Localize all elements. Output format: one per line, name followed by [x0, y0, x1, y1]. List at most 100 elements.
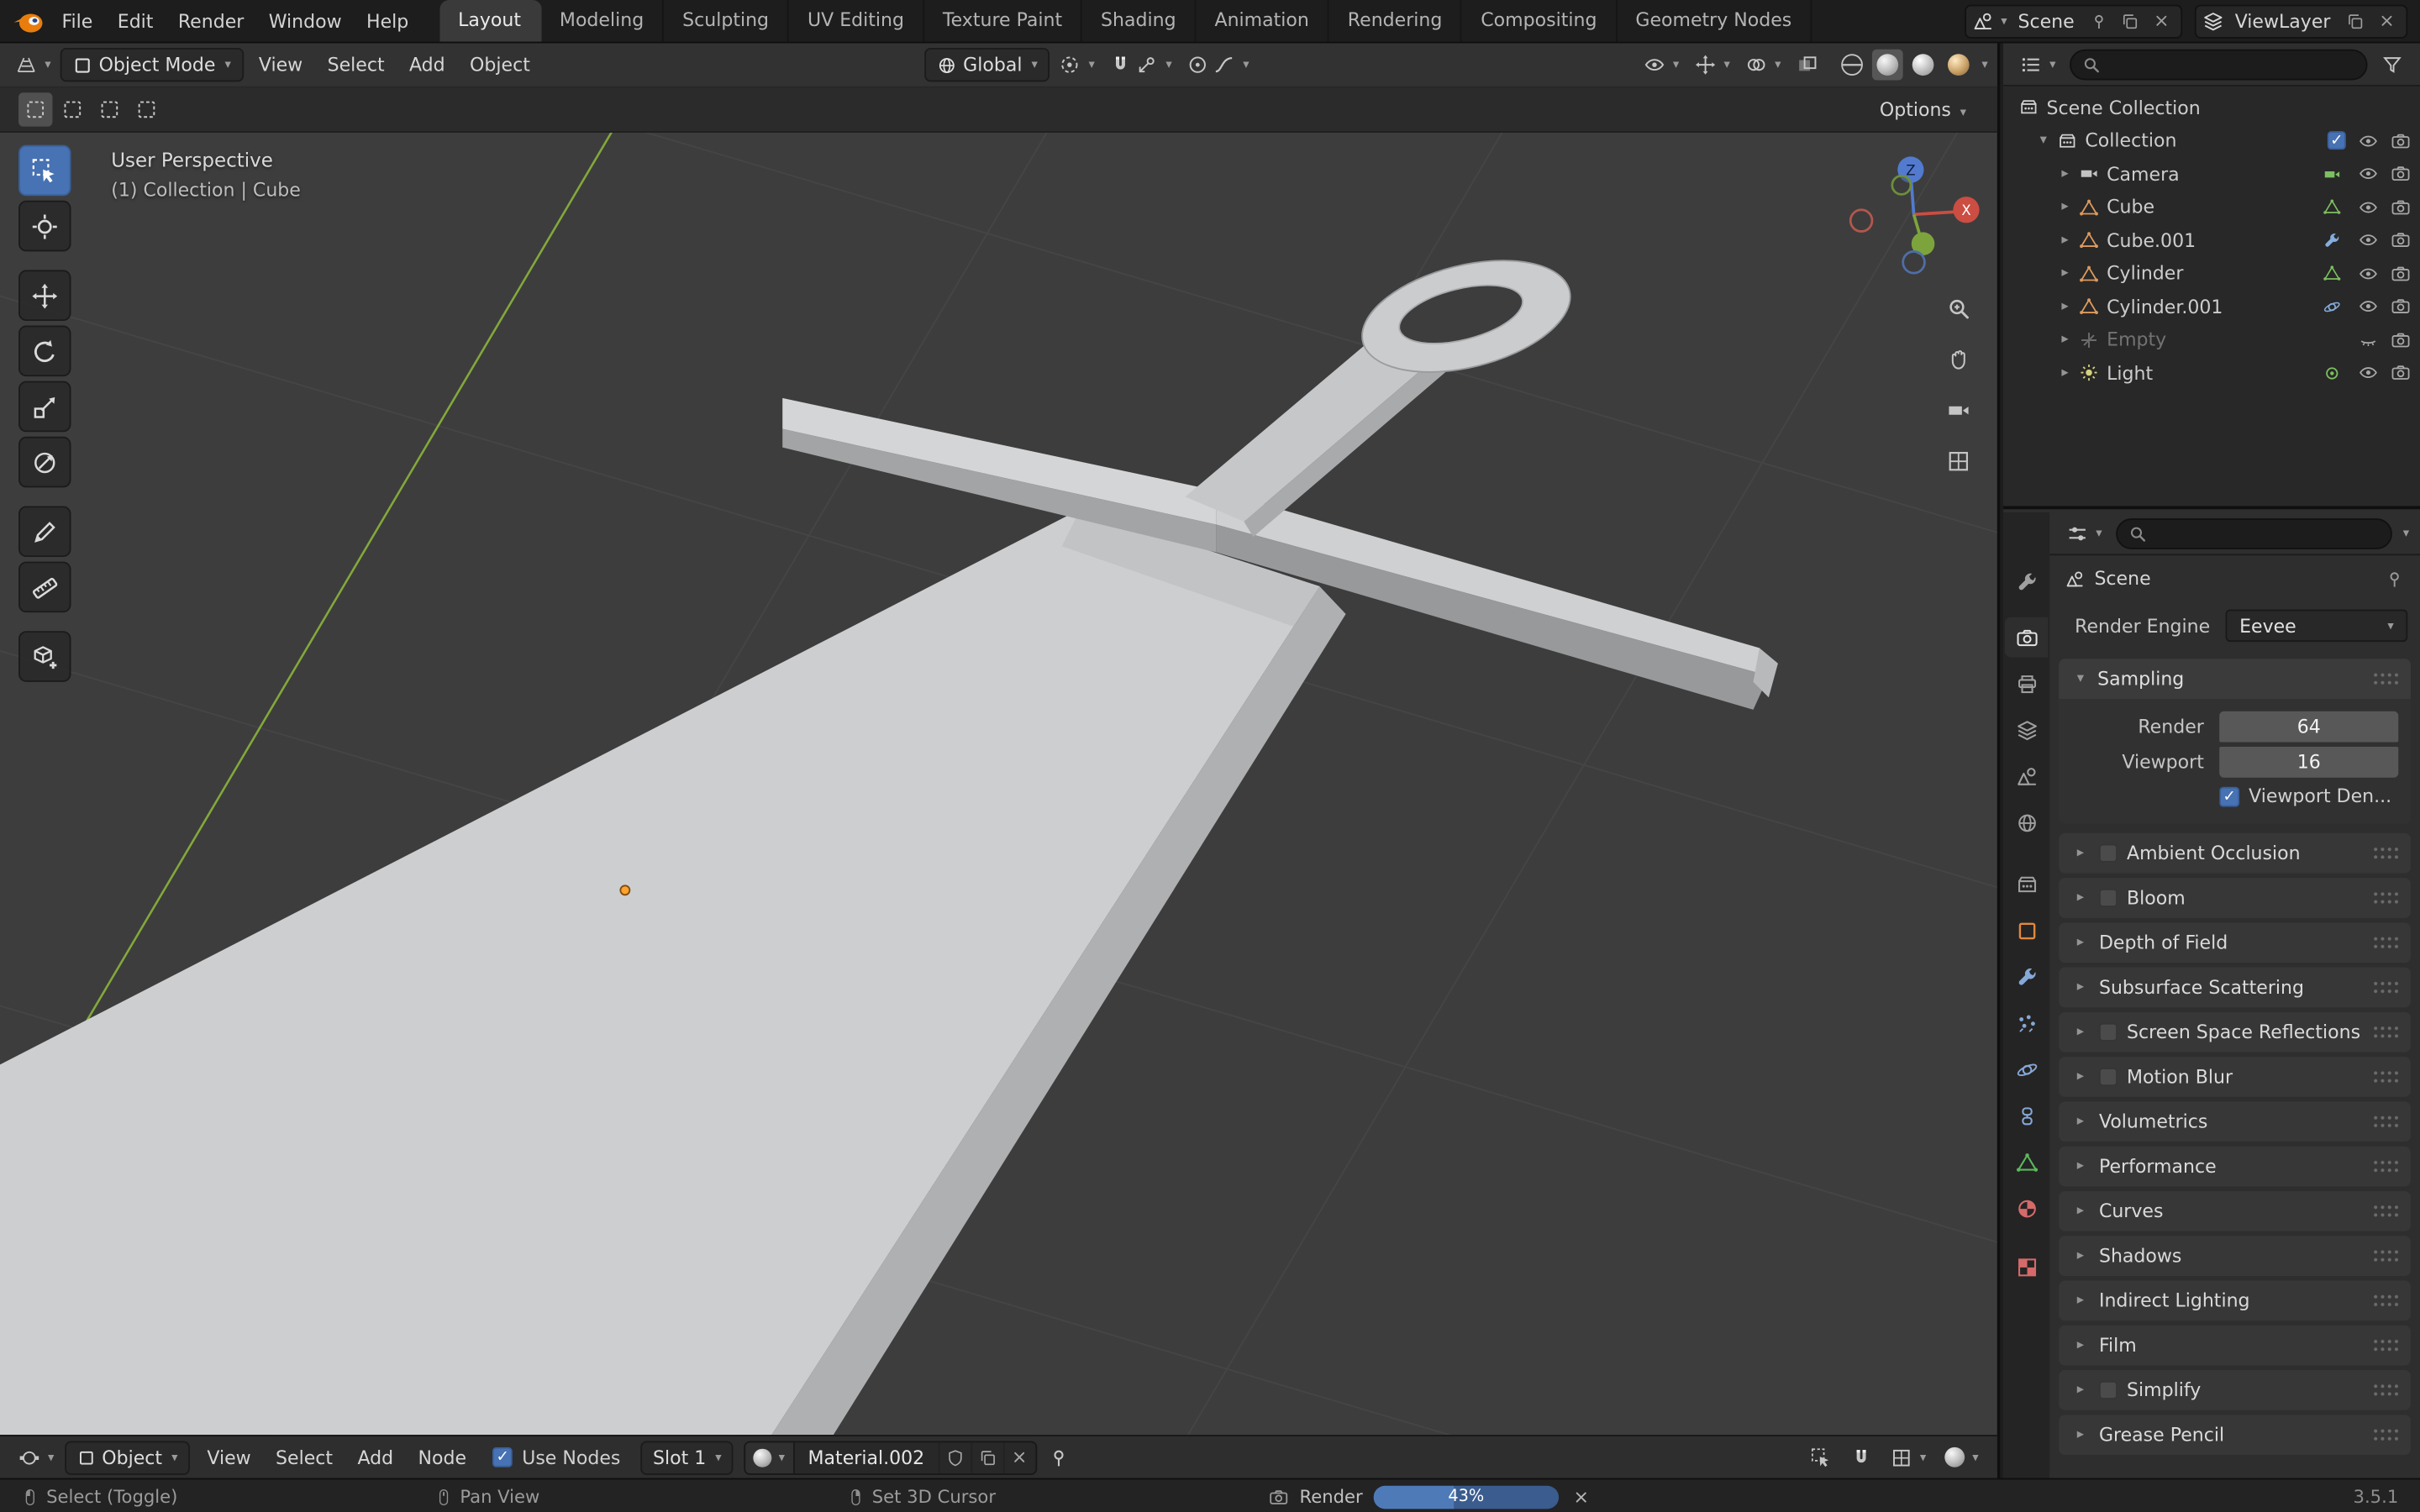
- disclosure-arrow-icon[interactable]: ▸: [2056, 199, 2075, 214]
- drag-grip-icon[interactable]: [2372, 670, 2399, 688]
- workspace-tab-uv-editing[interactable]: UV Editing: [789, 0, 924, 42]
- overlays-dropdown[interactable]: ▾: [1739, 48, 1787, 81]
- workspace-tab-rendering[interactable]: Rendering: [1329, 0, 1463, 42]
- outliner-row-cube-001[interactable]: ▸ Cube.001: [2003, 223, 2420, 256]
- tool-cursor[interactable]: [18, 200, 71, 252]
- filter-button[interactable]: [2375, 47, 2409, 81]
- workspace-tab-shading[interactable]: Shading: [1082, 0, 1197, 42]
- hide-in-viewport-icon[interactable]: [2359, 363, 2379, 383]
- section-motion-blur[interactable]: ▸ Motion Blur: [2059, 1057, 2411, 1097]
- unlink-material-button[interactable]: [1002, 1441, 1036, 1473]
- drag-grip-icon[interactable]: [2372, 1426, 2399, 1444]
- outliner-item-label[interactable]: Camera: [2107, 163, 2179, 185]
- drag-grip-icon[interactable]: [2372, 1202, 2399, 1220]
- tool-add-cube[interactable]: [18, 631, 71, 682]
- shading-material-button[interactable]: [1907, 50, 1939, 81]
- editor-type-button[interactable]: ▾: [9, 48, 57, 81]
- properties-tab-collection[interactable]: [2005, 864, 2048, 905]
- section-indirect-lighting[interactable]: ▸ Indirect Lighting: [2059, 1280, 2411, 1321]
- viewport-samples-field[interactable]: 16: [2219, 746, 2399, 778]
- outliner-row-camera[interactable]: ▸ Camera: [2003, 157, 2420, 190]
- outliner-item-label[interactable]: Collection: [2085, 130, 2176, 152]
- disable-in-renders-icon[interactable]: [2391, 330, 2411, 350]
- shading-wireframe-button[interactable]: [1837, 50, 1868, 81]
- proportional-editing-toggle[interactable]: ▾: [1181, 48, 1255, 81]
- drag-grip-icon[interactable]: [2372, 889, 2399, 907]
- fake-user-button[interactable]: [938, 1441, 971, 1473]
- section-subsurface-scattering[interactable]: ▸ Subsurface Scattering: [2059, 967, 2411, 1008]
- menu-window[interactable]: Window: [256, 5, 354, 36]
- disclosure-arrow-icon[interactable]: ▸: [2056, 166, 2075, 181]
- properties-tab-particles[interactable]: [2005, 1003, 2048, 1043]
- disclosure-arrow-icon[interactable]: ▸: [2071, 1025, 2090, 1040]
- disclosure-arrow-icon[interactable]: ▸: [2071, 1427, 2090, 1442]
- disclosure-arrow-icon[interactable]: ▸: [2071, 1248, 2090, 1263]
- snap-toggle[interactable]: ▾: [1104, 48, 1178, 81]
- select-mode-extend-button[interactable]: [55, 92, 89, 126]
- ambient-occlusion-checkbox[interactable]: [2098, 843, 2118, 863]
- workspace-tab-texture-paint[interactable]: Texture Paint: [924, 0, 1083, 42]
- outliner-row-collection[interactable]: ▾ Collection: [2003, 124, 2420, 157]
- unlink-scene-button[interactable]: [2147, 7, 2175, 34]
- node-snap-toggle[interactable]: [1844, 1441, 1878, 1474]
- outliner-item-label[interactable]: Cylinder: [2107, 263, 2183, 285]
- object-origin-dot[interactable]: [619, 885, 631, 896]
- drag-grip-icon[interactable]: [2372, 979, 2399, 996]
- shading-solid-button[interactable]: [1871, 49, 1903, 81]
- scene-selector[interactable]: ▾ Scene: [1965, 3, 2183, 38]
- properties-tab-texture[interactable]: [2005, 1247, 2048, 1287]
- menu-render[interactable]: Render: [166, 5, 256, 36]
- drag-grip-icon[interactable]: [2372, 934, 2399, 952]
- drag-grip-icon[interactable]: [2372, 1381, 2399, 1399]
- breadcrumb-label[interactable]: Scene: [2094, 568, 2150, 590]
- motion-blur-checkbox[interactable]: [2098, 1068, 2118, 1087]
- tool-annotate[interactable]: [18, 506, 71, 558]
- section-depth-of-field[interactable]: ▸ Depth of Field: [2059, 922, 2411, 963]
- screen-space-reflections-checkbox[interactable]: [2098, 1022, 2118, 1042]
- pin-material-button[interactable]: [1042, 1441, 1076, 1474]
- disable-in-renders-icon[interactable]: [2391, 197, 2411, 218]
- section-volumetrics[interactable]: ▸ Volumetrics: [2059, 1101, 2411, 1142]
- outliner-item-label[interactable]: Cube.001: [2107, 229, 2196, 251]
- disable-in-renders-icon[interactable]: [2391, 164, 2411, 184]
- outliner-item-label[interactable]: Scene Collection: [2047, 97, 2201, 118]
- disclosure-arrow-icon[interactable]: ▸: [2071, 846, 2090, 861]
- properties-tab-render[interactable]: [2004, 617, 2049, 658]
- shader-menu-view[interactable]: View: [195, 1441, 264, 1474]
- workspace-tab-geometry-nodes[interactable]: Geometry Nodes: [1617, 0, 1812, 42]
- view-layer-selector[interactable]: ViewLayer: [2194, 3, 2408, 38]
- disclosure-arrow-icon[interactable]: ▸: [2056, 365, 2075, 381]
- section-film[interactable]: ▸ Film: [2059, 1325, 2411, 1366]
- visibility-dropdown[interactable]: ▾: [1638, 48, 1686, 81]
- remove-view-layer-button[interactable]: [2372, 7, 2400, 34]
- outliner-row-cylinder[interactable]: ▸ Cylinder: [2003, 257, 2420, 290]
- chevron-down-icon[interactable]: ▾: [2403, 526, 2409, 539]
- disclosure-arrow-icon[interactable]: ▸: [2071, 1293, 2090, 1308]
- select-mode-new-button[interactable]: [18, 92, 53, 127]
- outliner-search-input[interactable]: [2070, 48, 2368, 80]
- material-name[interactable]: Material.002: [794, 1446, 939, 1468]
- hide-in-viewport-icon[interactable]: [2359, 164, 2379, 184]
- pin-scene-button[interactable]: [2086, 7, 2113, 34]
- section-grease-pencil[interactable]: ▸ Grease Pencil: [2059, 1415, 2411, 1456]
- properties-tab-modifiers[interactable]: [2005, 957, 2048, 997]
- editor-type-button[interactable]: ▾: [2060, 516, 2108, 549]
- disable-in-renders-icon[interactable]: [2391, 297, 2411, 317]
- shader-menu-add[interactable]: Add: [345, 1441, 406, 1474]
- properties-tab-data[interactable]: [2005, 1142, 2048, 1182]
- section-performance[interactable]: ▸ Performance: [2059, 1146, 2411, 1187]
- workspace-tab-layout[interactable]: Layout: [439, 0, 541, 42]
- 3d-scene[interactable]: [0, 132, 1997, 1436]
- viewport-menu-view[interactable]: View: [246, 48, 315, 81]
- transform-orientation-dropdown[interactable]: Global ▾: [924, 47, 1050, 82]
- tool-scale[interactable]: [18, 381, 71, 433]
- select-mode-invert-button[interactable]: [129, 92, 163, 126]
- options-button[interactable]: Options ▾: [1867, 92, 1979, 126]
- disclosure-arrow-icon[interactable]: ▸: [2071, 890, 2090, 906]
- outliner-item-label[interactable]: Light: [2107, 362, 2153, 384]
- pin-icon[interactable]: [2385, 569, 2405, 589]
- node-preview-dropdown[interactable]: ▾: [1939, 1441, 1985, 1474]
- disclosure-arrow-icon[interactable]: ▸: [2056, 265, 2075, 281]
- outliner-row-cylinder-001[interactable]: ▸ Cylinder.001: [2003, 290, 2420, 323]
- drag-grip-icon[interactable]: [2372, 1068, 2399, 1086]
